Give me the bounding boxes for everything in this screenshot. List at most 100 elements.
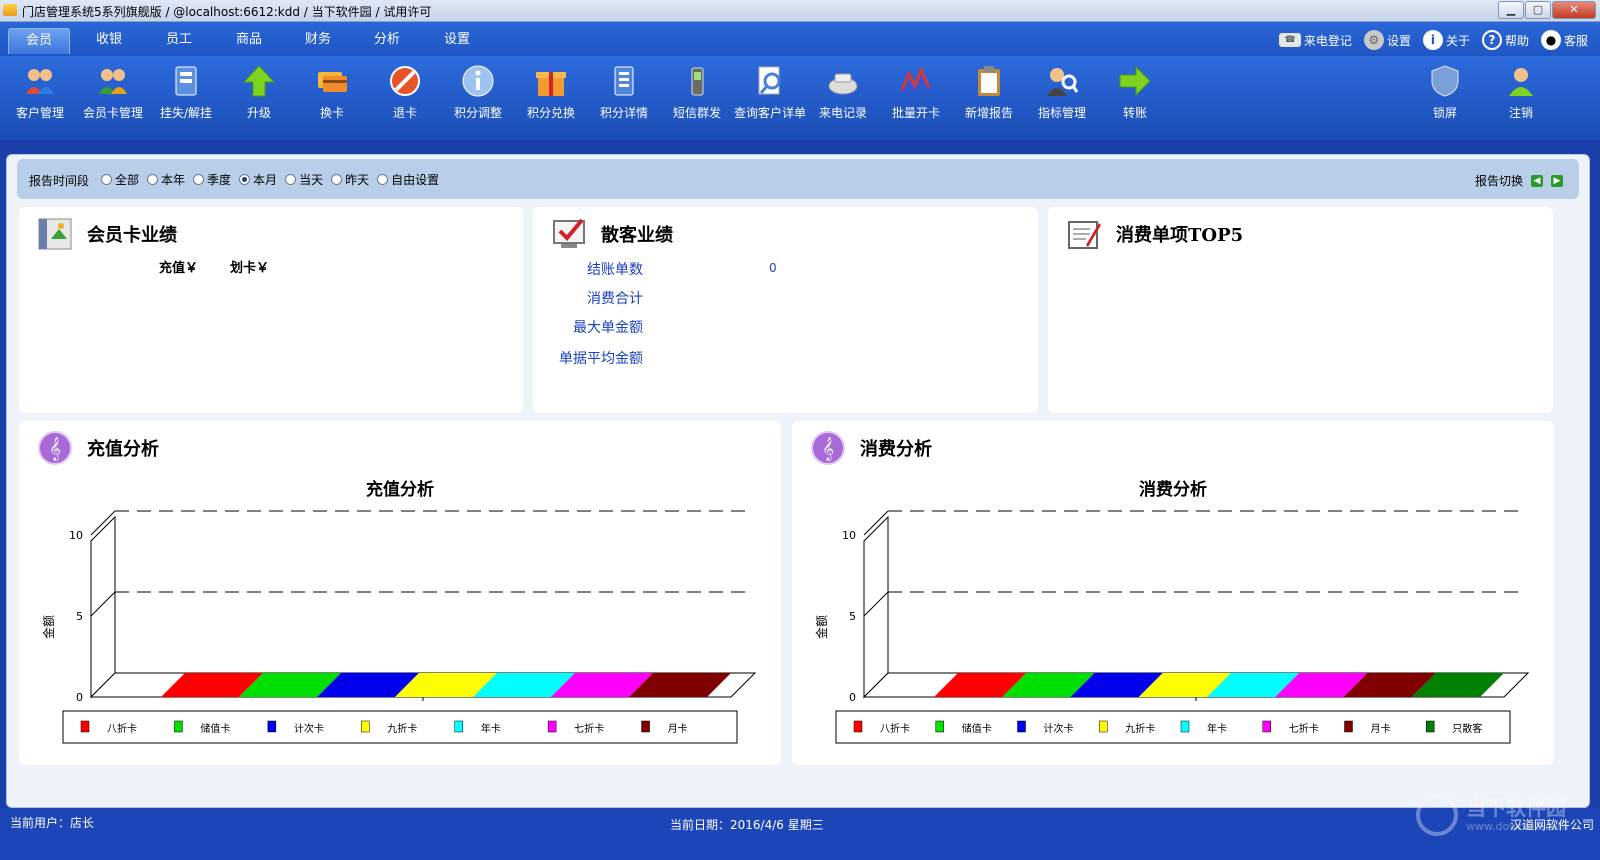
current-user: 当前用户：店长 [10, 816, 95, 830]
walkin-performance-panel: 散客业绩 结账单数 0 消费合计 最大单金额 单据平均金额 [533, 207, 1038, 413]
member-card-stats: 充值￥ 划卡￥ [159, 257, 269, 276]
indicator-management-button[interactable]: 指标管理 [1025, 64, 1099, 121]
period-all-option[interactable]: 全部 [101, 171, 139, 188]
document-edit-icon [1068, 221, 1101, 249]
radio-button[interactable] [101, 174, 112, 185]
gear-icon: ⚙ [1363, 30, 1384, 50]
tab-staff[interactable]: 员工 [148, 28, 210, 54]
gift-icon [534, 64, 568, 98]
about-link[interactable]: i 关于 [1422, 30, 1470, 50]
points-detail-label: 积分详情 [599, 106, 648, 120]
minimize-button[interactable]: ▁ [1498, 1, 1524, 19]
call-register-link[interactable]: ☎ 来电登记 [1278, 32, 1352, 49]
next-report-icon[interactable]: ▶ [1551, 174, 1563, 187]
member-card-management-button[interactable]: 会员卡管理 [76, 64, 150, 121]
chart-tick-line [90, 591, 116, 617]
sms-broadcast-label: 短信群发 [672, 106, 721, 120]
batch-open-card-label: 批量开卡 [891, 106, 940, 120]
top5-consumption-title: 消费单项TOP5 [1116, 225, 1244, 246]
points-adjust-button[interactable]: 积分调整 [441, 64, 515, 121]
upgrade-button[interactable]: 升级 [222, 64, 296, 121]
points-exchange-button[interactable]: 积分兑换 [514, 64, 588, 121]
card-swap-icon [315, 64, 349, 98]
recharge-analysis-chart: 0 5 10 金额八折卡 储值卡 计次卡 九折卡 年卡 七折卡 月卡 [41, 510, 757, 744]
logout-button[interactable]: 注销 [1484, 64, 1558, 121]
radio-button[interactable] [377, 174, 389, 185]
period-month-option[interactable]: 本月 [239, 171, 277, 188]
customer-management-button[interactable]: 客户管理 [3, 64, 77, 121]
consumption-analysis-chart: 0 5 10 金额八折卡 储值卡 计次卡 九折卡 年卡 七折卡 月卡 只散客 [814, 510, 1530, 744]
tab-member[interactable]: 会员 [8, 28, 70, 54]
window-controls: ▁ ▢ ✕ [1498, 1, 1596, 19]
consumption-total-label: 消费合计 [587, 291, 643, 307]
top-right-links: ☎ 来电登记 ⚙ 设置 i 关于 ? 帮助 ● 客服 [1278, 30, 1588, 50]
period-yesterday-label: 昨天 [345, 173, 370, 187]
period-yesterday-option[interactable]: 昨天 [331, 171, 369, 188]
report-period-label: 报告时间段 [29, 174, 90, 188]
period-quarter-label: 季度 [207, 173, 232, 187]
points-detail-button[interactable]: 积分详情 [587, 64, 661, 121]
legend-label: 计次卡 [1044, 722, 1074, 735]
batch-open-card-button[interactable]: 批量开卡 [879, 64, 953, 121]
transfer-button[interactable]: 转账 [1098, 64, 1172, 121]
report-loss-button[interactable]: 挂失/解挂 [149, 64, 223, 121]
close-button[interactable]: ✕ [1552, 1, 1596, 19]
radio-button-selected[interactable] [239, 174, 251, 185]
legend-swatch [935, 720, 944, 733]
report-period-bar: 报告时间段 全部 本年 季度 本月 当天 昨天 自由设置 报告切换 ◀ ▶ [17, 159, 1579, 199]
refund-card-icon [388, 64, 422, 98]
call-record-button[interactable]: 来电记录 [806, 64, 880, 121]
tab-products[interactable]: 商品 [218, 28, 280, 54]
refund-card-label: 退卡 [392, 106, 417, 120]
bill-count-value: 0 [769, 261, 777, 275]
tab-finance[interactable]: 财务 [287, 28, 349, 54]
call-record-icon [826, 64, 860, 98]
support-link[interactable]: ● 客服 [1540, 30, 1588, 50]
radio-button[interactable] [147, 174, 159, 185]
settings-link[interactable]: ⚙ 设置 [1363, 30, 1411, 50]
radio-button[interactable] [193, 174, 205, 185]
previous-report-icon[interactable]: ◀ [1531, 174, 1543, 187]
y-tick-label: 0 [76, 691, 83, 704]
chart-tick-line [90, 510, 116, 536]
report-switch: 报告切换 ◀ ▶ [1475, 172, 1563, 189]
y-tick-label: 5 [76, 610, 83, 623]
period-today-option[interactable]: 当天 [285, 171, 323, 188]
card-swap-label: 换卡 [319, 106, 344, 120]
company-name: 汉道网软件公司 [1509, 818, 1594, 832]
sms-broadcast-button[interactable]: 短信群发 [660, 64, 734, 121]
legend-label: 七折卡 [1289, 722, 1319, 735]
lock-screen-button[interactable]: 锁屏 [1408, 64, 1482, 121]
call-register-label: 来电登记 [1303, 33, 1352, 48]
new-report-button[interactable]: 新增报告 [952, 64, 1026, 121]
period-all-label: 全部 [115, 173, 140, 187]
legend-label: 八折卡 [107, 722, 137, 735]
legend-swatch [1262, 720, 1271, 733]
top5-consumption-panel: 消费单项TOP5 [1048, 207, 1553, 413]
period-custom-option[interactable]: 自由设置 [377, 171, 439, 188]
radio-button[interactable] [285, 174, 297, 185]
query-customer-detail-button[interactable]: 查询客户详单 [733, 64, 807, 121]
call-record-label: 来电记录 [818, 106, 867, 120]
member-card-performance-panel: 会员卡业绩 充值￥ 划卡￥ [19, 207, 523, 413]
support-label: 客服 [1563, 33, 1588, 48]
chart-side-wall [90, 515, 116, 699]
y-axis-label: 金额 [41, 615, 56, 639]
tab-analysis[interactable]: 分析 [356, 28, 418, 54]
period-year-option[interactable]: 本年 [147, 171, 185, 188]
period-quarter-option[interactable]: 季度 [193, 171, 231, 188]
upgrade-arrow-icon [242, 64, 276, 98]
card-swap-button[interactable]: 换卡 [295, 64, 369, 121]
maximize-button[interactable]: ▢ [1525, 1, 1551, 19]
refund-card-button[interactable]: 退卡 [368, 64, 442, 121]
tab-cashier[interactable]: 收银 [78, 28, 140, 54]
query-customer-detail-label: 查询客户详单 [733, 106, 806, 120]
legend-label: 九折卡 [1125, 722, 1155, 735]
tab-settings[interactable]: 设置 [426, 28, 488, 54]
logout-label: 注销 [1508, 106, 1533, 120]
points-adjust-icon [461, 64, 495, 98]
legend-swatch [853, 720, 863, 733]
consumption-analysis-panel: 𝄞 消费分析 消费分析 0 5 10 金额 八折卡 储值卡 计次卡 九折卡 年卡 七折卡 月卡 只散客 [792, 421, 1554, 765]
help-link[interactable]: ? 帮助 [1481, 30, 1529, 50]
radio-button[interactable] [331, 174, 343, 185]
